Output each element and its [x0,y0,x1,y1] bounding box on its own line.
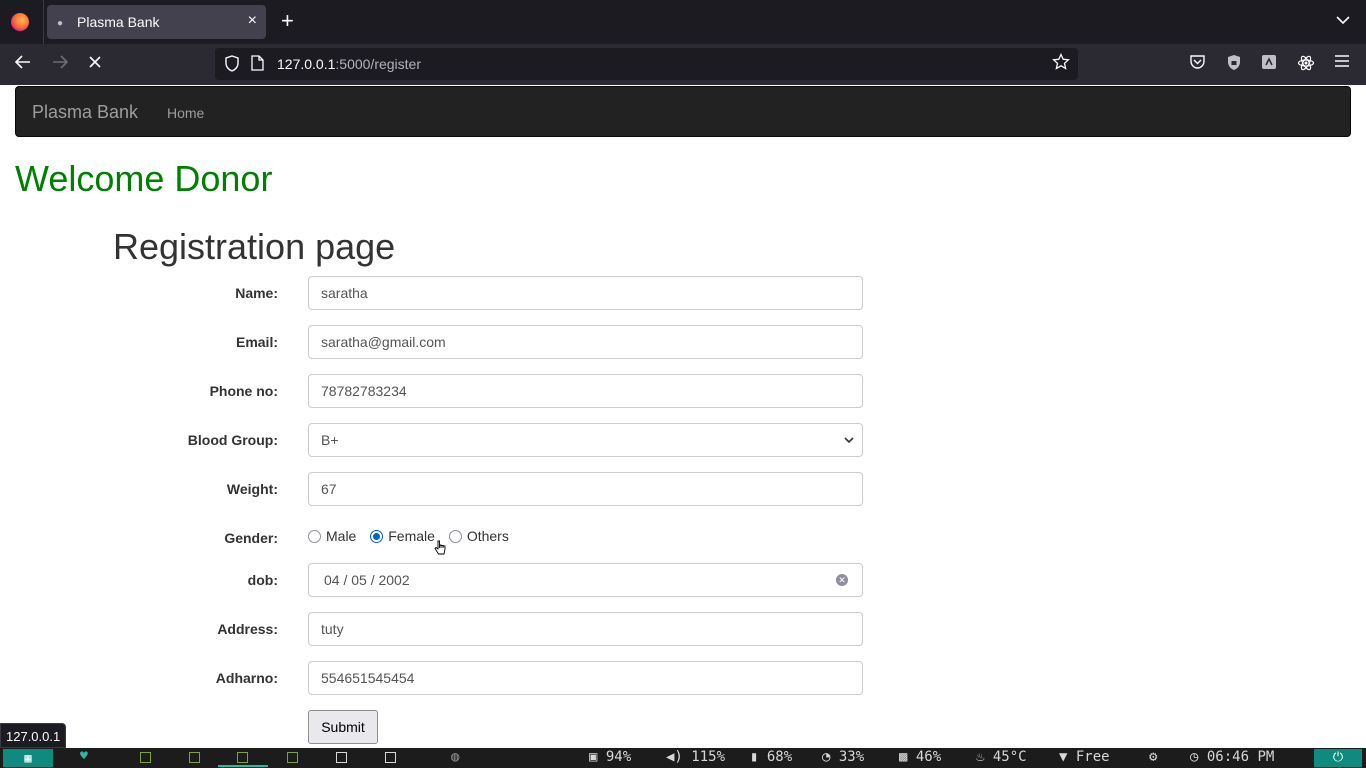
name-input[interactable]: saratha [308,276,863,310]
site-navbar: Plasma Bank Home [15,86,1351,137]
flame-icon: ♨ [976,749,985,765]
cpu-icon: ◔ [822,749,831,765]
battery-stat: ▮ 68% [750,749,792,765]
heart-icon[interactable]: ♥ [80,749,88,764]
page-info-icon[interactable] [251,55,264,74]
tab-close-icon[interactable]: × [248,12,257,30]
active-workspace-indicator [218,765,268,767]
settings-gear-icon[interactable]: ⚙ [1149,749,1157,765]
gender-male-label[interactable]: Male [326,528,356,544]
email-label: Email: [235,334,278,350]
temperature-stat: ♨ 45°C [976,749,1027,765]
gender-male-radio[interactable] [308,530,321,543]
stop-loading-icon[interactable] [87,53,103,75]
phone-label: Phone no: [209,383,278,399]
cpu-value: 33% [838,749,865,765]
extension-puzzle-icon[interactable] [1261,54,1277,74]
browser-tab[interactable]: ● Plasma Bank × [47,5,266,39]
web-page: Plasma Bank Home Welcome Donor Registrat… [0,85,1366,748]
disk-value: 94% [605,749,632,765]
gender-label: Gender: [224,530,278,546]
firefox-menu-icon[interactable] [11,13,29,31]
url-text[interactable]: 127.0.0.1:5000/register [277,56,421,72]
battery-value: 68% [766,749,793,765]
volume-stat[interactable]: ◀) 115% [666,749,725,765]
disk-stat: ▣ 94% [589,749,631,765]
dob-date-input[interactable]: 04 / 05 / 2002 ✕ [308,563,863,597]
wifi-value: Free [1075,749,1110,765]
hamburger-menu-icon[interactable] [1334,54,1350,72]
gender-radio-group: Male Female Others [308,528,519,548]
memory-value: 46% [915,749,942,765]
workspace-2-icon[interactable] [189,752,200,763]
battery-icon: ▮ [750,749,759,765]
memory-stat: ▩ 46% [899,749,941,765]
page-title: Registration page [113,226,396,267]
welcome-heading: Welcome Donor [15,158,273,199]
dob-value: 04 / 05 / 2002 [324,572,410,588]
clock-value: 06:46 PM [1206,749,1275,765]
adhar-input[interactable]: 554651545454 [308,661,863,695]
weight-input[interactable]: 67 [308,472,863,506]
list-all-tabs-icon[interactable] [1336,12,1350,28]
browser-toolbar: 127.0.0.1:5000/register [0,44,1366,85]
clock-icon: ◷ [1190,749,1199,765]
submit-button[interactable]: Submit [308,710,378,744]
workspace-3-icon[interactable] [237,752,248,763]
hand-cursor-icon [434,540,446,559]
back-icon[interactable] [14,53,32,76]
tab-loading-dot-icon: ● [57,18,64,29]
gender-others-label[interactable]: Others [467,528,509,544]
blood-group-value: B+ [321,432,339,448]
dob-label: dob: [247,572,278,588]
clear-date-icon[interactable]: ✕ [836,574,848,586]
speaker-icon: ◀) [666,749,683,765]
wifi-stat[interactable]: ▼ Free [1059,749,1110,765]
extension-shield-icon[interactable] [1226,54,1242,75]
volume-value: 115% [691,749,726,765]
email-input[interactable]: saratha@gmail.com [308,325,863,359]
workspace-4-icon[interactable] [287,752,298,763]
tab-title: Plasma Bank [77,14,160,30]
url-path: :5000/register [335,56,421,72]
clock-stat: ◷ 06:46 PM [1190,749,1274,765]
disk-icon: ▣ [589,749,598,765]
forward-icon[interactable] [51,53,69,76]
adhar-label: Adharno: [215,670,278,686]
chip-icon: ▩ [899,749,908,765]
url-bar[interactable]: 127.0.0.1:5000/register [215,48,1078,80]
workspace-6-icon[interactable] [385,752,396,763]
pocket-icon[interactable] [1189,54,1206,74]
browser-tab-bar: ● Plasma Bank × + [0,0,1366,44]
desktop-taskbar: ▦ ♥ ◍ ▣ 94% ◀) 115% ▮ 68% ◔ 33% ▩ 46% ♨ … [0,748,1366,768]
power-icon[interactable]: ⏻ [1314,749,1362,767]
phone-input[interactable]: 78782783234 [308,374,863,408]
tab-separator [43,0,44,44]
gender-others-radio[interactable] [448,530,462,543]
new-tab-button[interactable]: + [281,9,294,33]
workspace-5-icon[interactable] [336,752,347,763]
react-devtools-icon[interactable] [1297,54,1315,76]
address-input[interactable]: tuty [308,612,863,646]
bookmark-star-icon[interactable] [1052,52,1070,76]
status-url-tooltip: 127.0.0.1 [0,723,67,748]
gender-female-radio[interactable] [370,530,384,543]
weight-label: Weight: [226,481,278,497]
tracking-shield-icon[interactable] [224,55,240,76]
app-launcher-icon[interactable]: ▦ [3,749,53,767]
name-label: Name: [235,285,278,301]
cpu-stat: ◔ 33% [822,749,864,765]
navbar-brand[interactable]: Plasma Bank [32,102,138,123]
temperature-value: 45°C [992,749,1027,765]
url-host: 127.0.0.1 [277,56,336,72]
gender-female-label[interactable]: Female [388,528,435,544]
blood-group-select[interactable]: B+ [308,423,863,457]
wifi-icon: ▼ [1059,749,1068,765]
blood-group-label: Blood Group: [187,432,278,448]
nav-home-link[interactable]: Home [167,105,204,121]
chevron-down-icon [844,424,854,456]
globe-icon[interactable]: ◍ [451,749,459,765]
workspace-1-icon[interactable] [140,752,151,763]
address-label: Address: [217,621,278,637]
